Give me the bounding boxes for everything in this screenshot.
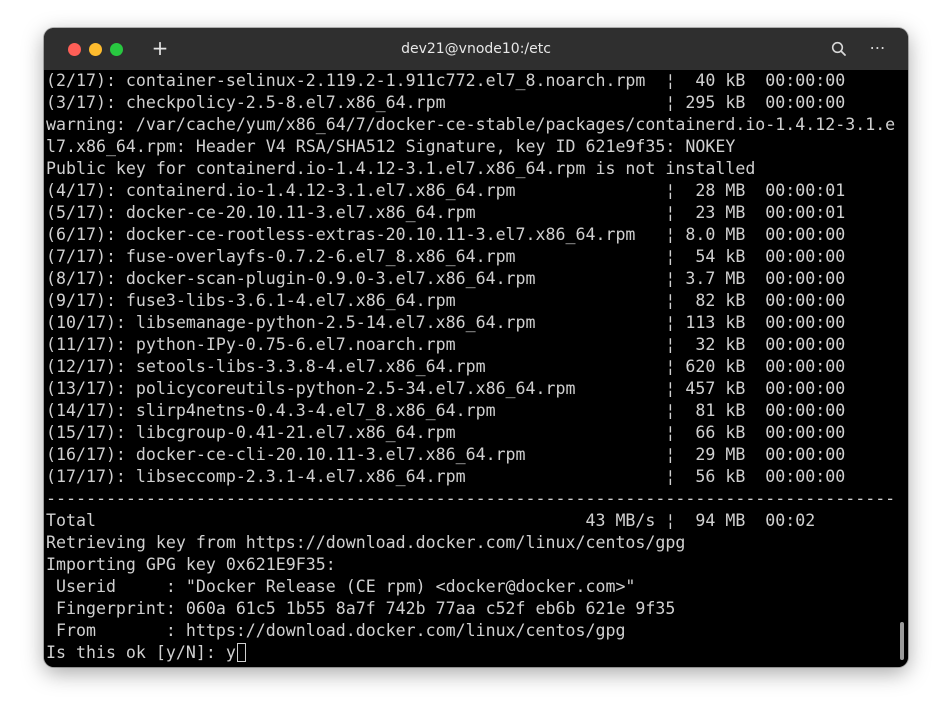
terminal-line: (14/17): slirp4netns-0.4.3-4.el7_8.x86_6… [46,401,846,420]
more-horizontal-icon[interactable]: ⋯ [866,38,888,58]
terminal-line: Userid : "Docker Release (CE rpm) <docke… [46,577,636,596]
terminal-line: l7.x86_64.rpm: Header V4 RSA/SHA512 Sign… [46,137,736,156]
text-cursor [236,643,246,662]
scrollbar-thumb[interactable] [900,622,904,660]
terminal-line: ----------------------------------------… [46,489,896,508]
terminal-line: (13/17): policycoreutils-python-2.5-34.e… [46,379,846,398]
terminal-line: Retrieving key from https://download.doc… [46,533,686,552]
terminal-line: Importing GPG key 0x621E9F35: [46,555,336,574]
terminal-line: (17/17): libseccomp-2.3.1-4.el7.x86_64.r… [46,467,846,486]
terminal-line: (3/17): checkpolicy-2.5-8.el7.x86_64.rpm… [46,93,846,112]
minimize-window-button[interactable] [89,43,102,56]
window-title: dev21@vnode10:/etc [401,41,551,57]
terminal-line: (15/17): libcgroup-0.41-21.el7.x86_64.rp… [46,423,846,442]
terminal-line: (8/17): docker-scan-plugin-0.9.0-3.el7.x… [46,269,846,288]
terminal-line: (12/17): setools-libs-3.3.8-4.el7.x86_64… [46,357,846,376]
terminal-line: (9/17): fuse3-libs-3.6.1-4.el7.x86_64.rp… [46,291,846,310]
terminal-line: (10/17): libsemanage-python-2.5-14.el7.x… [46,313,846,332]
terminal-line: Fingerprint: 060a 61c5 1b55 8a7f 742b 77… [46,599,676,618]
maximize-window-button[interactable] [110,43,123,56]
prompt-line[interactable]: Is this ok [y/N]: y [46,642,895,664]
plus-icon[interactable]: + [150,38,170,58]
terminal-line: Public key for containerd.io-1.4.12-3.1.… [46,159,756,178]
terminal-lines: (2/17): container-selinux-2.119.2-1.911c… [46,70,895,664]
prompt-text: Is this ok [y/N]: [46,643,226,662]
title-bar: + dev21@vnode10:/etc ⋯ [44,28,908,71]
terminal-line: (4/17): containerd.io-1.4.12-3.1.el7.x86… [46,181,846,200]
terminal-line: From : https://download.docker.com/linux… [46,621,626,640]
terminal-window: + dev21@vnode10:/etc ⋯ (2/17): container… [44,28,908,667]
terminal-line: (16/17): docker-ce-cli-20.10.11-3.el7.x8… [46,445,846,464]
terminal-line: (7/17): fuse-overlayfs-0.7.2-6.el7_8.x86… [46,247,846,266]
search-icon[interactable] [830,40,848,58]
terminal-line: (2/17): container-selinux-2.119.2-1.911c… [46,71,846,90]
terminal-line: (6/17): docker-ce-rootless-extras-20.10.… [46,225,846,244]
terminal-line: (11/17): python-IPy-0.75-6.el7.noarch.rp… [46,335,846,354]
terminal-line: (5/17): docker-ce-20.10.11-3.el7.x86_64.… [46,203,846,222]
prompt-input[interactable]: y [226,643,236,662]
close-window-button[interactable] [68,43,81,56]
terminal-line: Total 43 MB/s ¦ 94 MB 00:02 [46,511,816,530]
terminal-output[interactable]: (2/17): container-selinux-2.119.2-1.911c… [44,70,908,667]
terminal-line: warning: /var/cache/yum/x86_64/7/docker-… [46,115,896,134]
